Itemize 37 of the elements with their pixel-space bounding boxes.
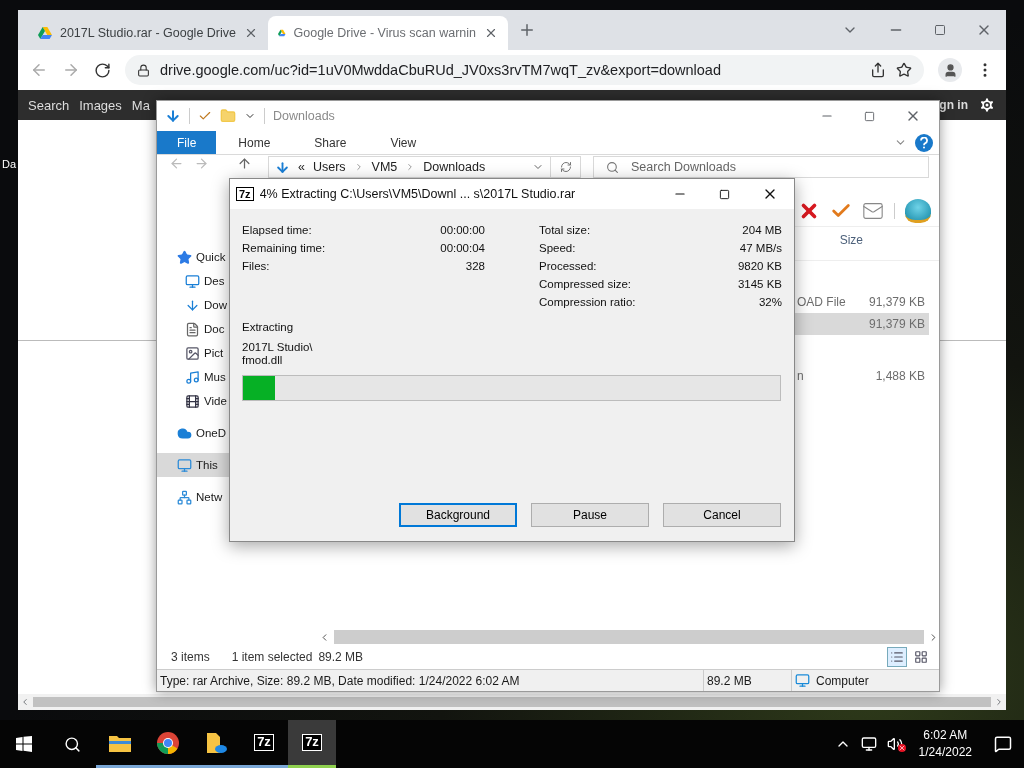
table-cell-text: n: [797, 369, 805, 383]
table-cell-text: OAD File: [797, 295, 847, 309]
operation-label: Extracting: [242, 321, 295, 333]
table-cell-text: 91,379 KB: [867, 317, 926, 331]
date-text: 1/24/2022: [918, 744, 972, 761]
sevenzip-icon: 7z: [254, 734, 274, 751]
stat-value: 47 MB/s: [738, 242, 782, 254]
stat-value: 32%: [757, 296, 782, 308]
table-cell-text: 1,488 KB: [874, 369, 926, 383]
stat-value: 00:00:04: [440, 242, 485, 254]
item-count: 3 items: [171, 650, 210, 664]
file-details: Type: rar Archive, Size: 89.2 MB, Date modified: 1/24/2022 6:02 AM: [160, 673, 520, 688]
current-file-path: 2017L Studio\ fmod.dll: [242, 341, 314, 367]
stat-label: Total size:: [539, 224, 592, 236]
dialog-title: 4% Extracting C:\Users\VM5\Downl ... s\2017L Studio.rar: [259, 187, 576, 201]
stat-label: Files:: [242, 260, 271, 272]
stat-value: 3145 KB: [737, 278, 782, 290]
stat-value: 328: [464, 260, 485, 272]
selection-status: 1 item selected: [231, 650, 313, 664]
stat-label: Remaining time:: [242, 242, 327, 254]
window-title: Downloads: [273, 109, 335, 123]
stat-value: 204 MB: [741, 224, 782, 236]
time-text: 6:02 AM: [923, 727, 968, 744]
location-label: Computer: [816, 673, 869, 688]
stat-value: 00:00:00: [440, 224, 485, 236]
table-cell-text: 91,379 KB: [867, 295, 926, 309]
stat-label: Compression ratio:: [539, 296, 637, 308]
stat-label: Elapsed time:: [242, 224, 313, 236]
sevenzip-icon: 7z: [302, 734, 322, 751]
stat-label: Speed:: [539, 242, 577, 254]
sevenzip-icon: 7z: [236, 186, 254, 202]
stat-label: Compressed size:: [539, 278, 633, 290]
stat-label: Processed:: [539, 260, 598, 272]
url-text: drive.google.com/uc?id=1uV0MwddaCbuRUd_JV0xs3rvTM7wqT_zv&export=download: [160, 62, 722, 78]
selection-size: 89.2 MB: [318, 650, 364, 664]
file-size: 89.2 MB: [707, 673, 752, 688]
stat-value: 9820 KB: [737, 260, 782, 272]
